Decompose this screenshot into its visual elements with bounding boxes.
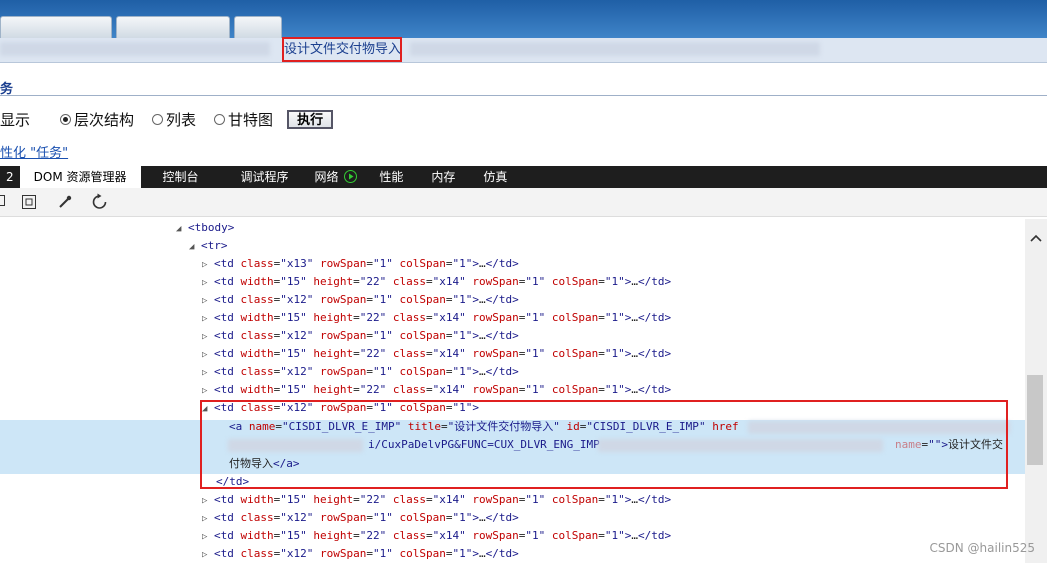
header-tab[interactable] [116,16,230,39]
radio-hierarchy-label: 层次结构 [74,110,135,129]
highlighted-nav-link[interactable]: 设计文件交付物导入 [282,37,402,62]
dom-node-td[interactable]: ▷ <td class="x12" rowSpan="1" colSpan="1"… [202,363,519,381]
tab-network[interactable]: 网络 [309,166,362,188]
view-label: 显示 [0,110,31,129]
radio-list-label: 列表 [166,110,197,129]
tab-number[interactable]: 2 [0,166,20,188]
header-tab-strip [0,16,282,39]
collapsed-triangle-icon[interactable]: ▷ [202,274,214,292]
dom-node-td[interactable]: ▷ <td width="15" height="22" class="x14" … [202,273,671,291]
play-icon [344,170,358,183]
view-selector-row: 显示 层次结构 列表 甘特图 执行 [0,108,334,130]
dom-node-td[interactable]: ▷ <td class="x13" rowSpan="1" colSpan="1"… [202,255,519,273]
expanded-triangle-icon[interactable]: ◢ [176,220,188,238]
collapsed-triangle-icon[interactable]: ▷ [202,310,214,328]
dom-node-tr[interactable]: ◢ <tr> [189,237,228,255]
tab-emulation[interactable]: 仿真 [473,166,523,188]
collapsed-triangle-icon[interactable]: ▷ [202,382,214,400]
watermark: CSDN @hailin525 [929,541,1036,555]
scroll-thumb[interactable] [1027,375,1043,465]
refresh-icon[interactable] [91,193,108,210]
header-tab[interactable] [0,16,112,39]
scroll-up-icon[interactable] [1030,233,1042,243]
collapsed-triangle-icon[interactable]: ▷ [202,256,214,274]
blurred-nav-links [0,42,270,56]
collapsed-triangle-icon[interactable]: ▷ [202,546,214,564]
collapsed-triangle-icon[interactable]: ▷ [202,528,214,546]
dom-node-td[interactable]: ▷ <td width="15" height="22" class="x14" … [202,309,671,327]
select-element-icon[interactable] [0,195,6,209]
collapsed-triangle-icon[interactable]: ▷ [202,292,214,310]
highlighted-anchor-box [200,400,1008,489]
collapsed-triangle-icon[interactable]: ▷ [202,510,214,528]
collapsed-triangle-icon[interactable]: ▷ [202,364,214,382]
devtools-toolbar [0,188,1047,217]
blurred-nav-links [410,42,820,56]
dom-tree: ◢ <tbody> ◢ <tr> ▷ <td class="x13" rowSpan=… [0,219,1025,563]
color-picker-icon[interactable] [57,194,73,210]
radio-hierarchy[interactable] [60,113,72,125]
dom-node-td[interactable]: ▷ <td class="x12" rowSpan="1" colSpan="1"… [202,327,519,345]
section-divider [0,95,1047,96]
dom-node-td[interactable]: ▷ <td class="x12" rowSpan="1" colSpan="1"… [202,291,519,309]
highlight-element-icon[interactable] [21,194,37,210]
collapsed-triangle-icon[interactable]: ▷ [202,346,214,364]
header-tab[interactable] [234,16,282,39]
radio-gantt-label: 甘特图 [228,110,274,129]
dom-node-td[interactable]: ▷ <td width="15" height="22" class="x14" … [202,527,671,545]
dom-node-td[interactable]: ▷ <td width="15" height="22" class="x14" … [202,345,671,363]
dom-node-tbody[interactable]: ◢ <tbody> [176,219,234,237]
radio-gantt[interactable] [214,113,226,125]
dom-node-td[interactable]: ▷ <td class="x12" rowSpan="1" colSpan="1"… [202,509,519,527]
tab-console[interactable]: 控制台 [141,166,221,188]
dom-node-td[interactable]: ▷ <td width="15" height="22" class="x14" … [202,381,671,399]
expanded-triangle-icon[interactable]: ◢ [189,238,201,256]
execute-button[interactable]: 执行 [287,109,334,129]
collapsed-triangle-icon[interactable]: ▷ [202,328,214,346]
dom-node-td[interactable]: ▷ <td class="x12" rowSpan="1" colSpan="1"… [202,545,519,563]
tab-memory[interactable]: 内存 [421,166,473,188]
personalize-link[interactable]: 性化 "任务" [0,142,68,161]
tab-dom-explorer[interactable]: DOM 资源管理器 [19,166,141,188]
collapsed-triangle-icon[interactable]: ▷ [202,492,214,510]
tab-performance[interactable]: 性能 [361,166,421,188]
dom-node-td[interactable]: ▷ <td width="15" height="22" class="x14" … [202,491,671,509]
tab-network-label: 网络 [314,170,339,184]
devtools-tab-bar: 2 DOM 资源管理器 控制台 调试程序 网络 性能 内存 仿真 [0,166,1047,188]
tab-debugger[interactable]: 调试程序 [221,166,309,188]
radio-list[interactable] [152,113,164,125]
